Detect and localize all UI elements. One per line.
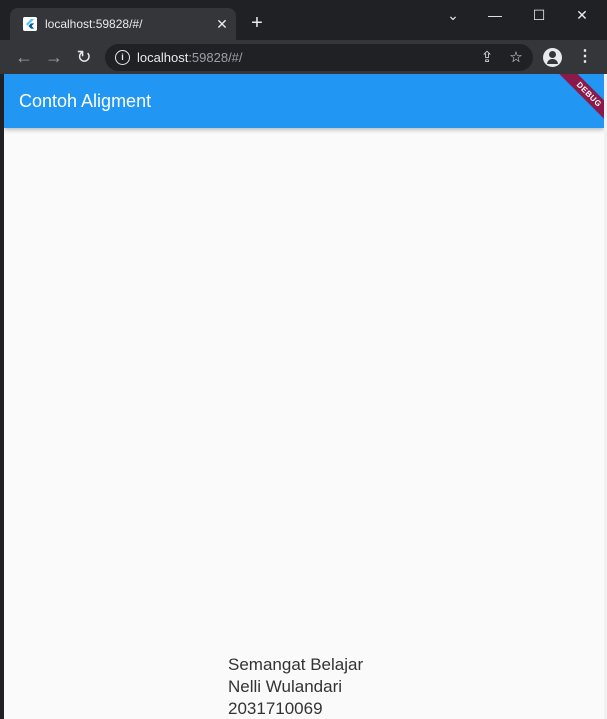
browser-toolbar: ← → ↻ i localhost:59828/#/ ⇪ ☆ ⋮: [0, 40, 607, 74]
flutter-logo-icon: [23, 17, 37, 31]
minimize-button[interactable]: —: [480, 4, 510, 26]
tab-search-icon[interactable]: ⌄: [438, 4, 468, 26]
text-line-id: 2031710069: [228, 699, 323, 718]
app-bar-title: Contoh Aligment: [19, 91, 152, 111]
new-tab-button[interactable]: +: [247, 13, 267, 33]
url-path: :59828/#/: [188, 50, 243, 65]
reload-button[interactable]: ↻: [73, 46, 95, 68]
page-viewport: Contoh Aligment DEBUG Semangat Belajar N…: [4, 74, 604, 719]
forward-button[interactable]: →: [43, 46, 65, 68]
aligned-text-column: Semangat Belajar Nelli Wulandari 2031710…: [228, 654, 363, 719]
address-bar[interactable]: i localhost:59828/#/ ⇪ ☆: [105, 44, 533, 71]
app-bar: Contoh Aligment: [4, 74, 604, 128]
url-text[interactable]: localhost:59828/#/: [137, 50, 243, 65]
maximize-button[interactable]: ☐: [524, 4, 554, 26]
browser-tab[interactable]: localhost:59828/#/ ✕: [10, 8, 236, 40]
bookmark-star-icon[interactable]: ☆: [506, 48, 526, 68]
close-window-button[interactable]: ✕: [567, 4, 597, 26]
url-host: localhost: [137, 50, 189, 65]
browser-window: localhost:59828/#/ ✕ + ⌄ — ☐ ✕ ← → ↻ i l…: [0, 0, 607, 719]
tab-close-icon[interactable]: ✕: [214, 16, 230, 32]
share-icon[interactable]: ⇪: [477, 48, 497, 68]
browser-menu-icon[interactable]: ⋮: [575, 47, 595, 67]
tab-strip: localhost:59828/#/ ✕ + ⌄ — ☐ ✕: [0, 0, 607, 40]
text-line-motto: Semangat Belajar: [228, 655, 364, 674]
text-line-name: Nelli Wulandari: [228, 677, 343, 696]
site-info-icon[interactable]: i: [115, 50, 130, 65]
back-button[interactable]: ←: [13, 46, 35, 68]
tab-title: localhost:59828/#/: [45, 17, 143, 31]
profile-avatar-icon[interactable]: [543, 48, 562, 67]
